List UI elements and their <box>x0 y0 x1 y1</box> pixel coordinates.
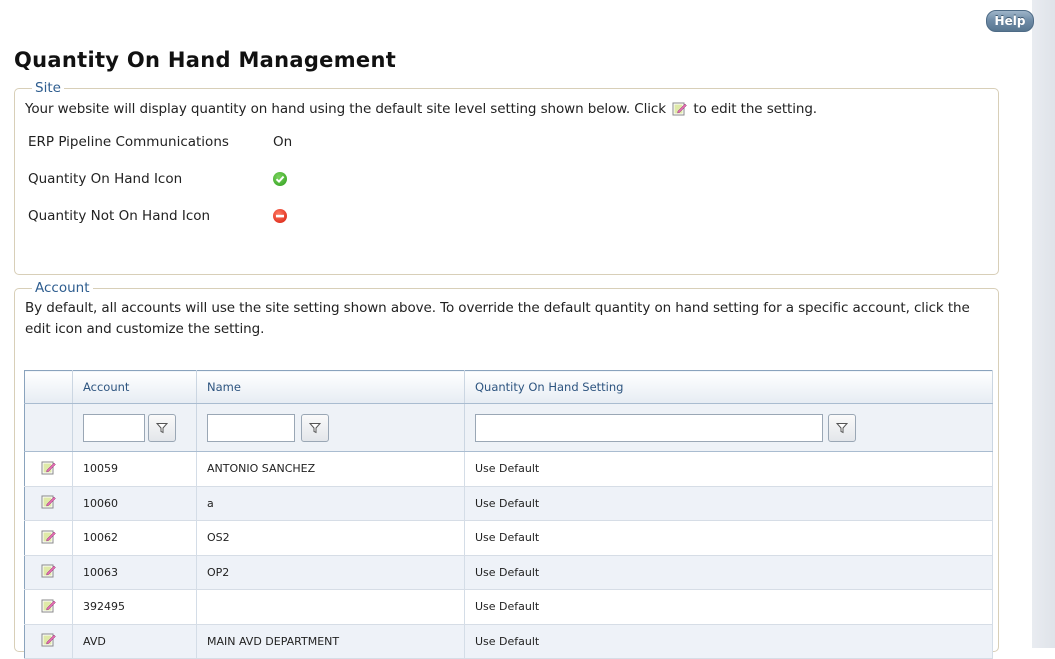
name-filter-button[interactable] <box>301 413 329 442</box>
table-row: 10063 OP2 Use Default <box>24 555 993 590</box>
table-row: 10059 ANTONIO SANCHEZ Use Default <box>24 451 993 487</box>
header-name[interactable]: Name <box>196 370 465 404</box>
setting-cell: Use Default <box>464 451 993 487</box>
edit-cell <box>24 520 73 556</box>
edit-icon[interactable] <box>41 529 56 547</box>
account-filter-input[interactable] <box>83 413 145 442</box>
filter-cell-empty <box>24 403 73 452</box>
name-cell: a <box>196 486 465 521</box>
setting-filter-input[interactable] <box>475 413 823 442</box>
filter-cell-account <box>72 403 197 452</box>
setting-cell: Use Default <box>464 486 993 521</box>
table-header-row: Account Name Quantity On Hand Setting <box>24 370 993 404</box>
filter-row <box>24 403 993 452</box>
setting-label: ERP Pipeline Communications <box>28 133 229 150</box>
account-cell: 10059 <box>72 451 197 487</box>
setting-cell: Use Default <box>464 624 993 659</box>
edit-cell <box>24 486 73 521</box>
site-intro-text: Your website will display quantity on ha… <box>25 101 666 117</box>
name-cell: OP2 <box>196 555 465 590</box>
name-cell: ANTONIO SANCHEZ <box>196 451 465 487</box>
name-filter-input[interactable] <box>207 413 295 442</box>
account-intro: By default, all accounts will use the si… <box>25 300 970 337</box>
filter-icon <box>156 422 168 433</box>
header-edit <box>24 370 73 404</box>
name-cell: MAIN AVD DEPARTMENT <box>196 624 465 659</box>
site-intro-text-end: to edit the setting. <box>693 101 817 117</box>
edit-icon[interactable] <box>41 563 56 581</box>
name-cell: OS2 <box>196 520 465 556</box>
account-cell: 10062 <box>72 520 197 556</box>
edit-cell <box>24 451 73 487</box>
setting-qnoh-icon: Quantity Not On Hand Icon <box>25 197 988 234</box>
setting-value: On <box>273 133 293 150</box>
account-cell: 392495 <box>72 589 197 625</box>
setting-cell: Use Default <box>464 520 993 556</box>
edit-icon <box>672 101 688 123</box>
edit-cell <box>24 624 73 659</box>
filter-cell-setting <box>464 403 993 452</box>
filter-icon <box>836 422 848 433</box>
account-cell: 10060 <box>72 486 197 521</box>
setting-filter-button[interactable] <box>828 413 856 442</box>
header-qoh-setting[interactable]: Quantity On Hand Setting <box>464 370 993 404</box>
no-entry-icon <box>273 208 287 223</box>
setting-cell: Use Default <box>464 555 993 590</box>
filter-icon <box>309 422 321 433</box>
account-section: Account By default, all accounts will us… <box>14 280 999 659</box>
accounts-table: Account Name Quantity On Hand Setting 10… <box>24 370 993 659</box>
account-legend: Account <box>35 280 90 296</box>
help-button[interactable]: Help <box>986 10 1034 32</box>
table-row: 392495 Use Default <box>24 589 993 625</box>
table-row: AVD MAIN AVD DEPARTMENT Use Default <box>24 624 993 659</box>
edit-icon[interactable] <box>41 460 56 478</box>
setting-cell: Use Default <box>464 589 993 625</box>
setting-label: Quantity Not On Hand Icon <box>28 207 211 224</box>
setting-label: Quantity On Hand Icon <box>28 170 183 187</box>
site-intro: Your website will display quantity on ha… <box>25 99 988 123</box>
edit-cell <box>24 589 73 625</box>
page-title: Quantity On Hand Management <box>14 48 397 72</box>
setting-erp: ERP Pipeline Communications On <box>25 123 988 160</box>
name-cell <box>196 589 465 625</box>
edit-icon[interactable] <box>41 494 56 512</box>
header-account[interactable]: Account <box>72 370 197 404</box>
table-row: 10060 a Use Default <box>24 486 993 521</box>
account-filter-button[interactable] <box>148 413 176 442</box>
setting-qoh-icon: Quantity On Hand Icon <box>25 160 988 197</box>
site-section: Site Your website will display quantity … <box>14 80 999 275</box>
check-circle-icon <box>273 171 287 186</box>
account-cell: 10063 <box>72 555 197 590</box>
edit-icon[interactable] <box>41 598 56 616</box>
table-row: 10062 OS2 Use Default <box>24 520 993 556</box>
filter-cell-name <box>196 403 465 452</box>
account-cell: AVD <box>72 624 197 659</box>
right-rail <box>1032 0 1055 648</box>
edit-cell <box>24 555 73 590</box>
site-legend: Site <box>35 80 61 96</box>
